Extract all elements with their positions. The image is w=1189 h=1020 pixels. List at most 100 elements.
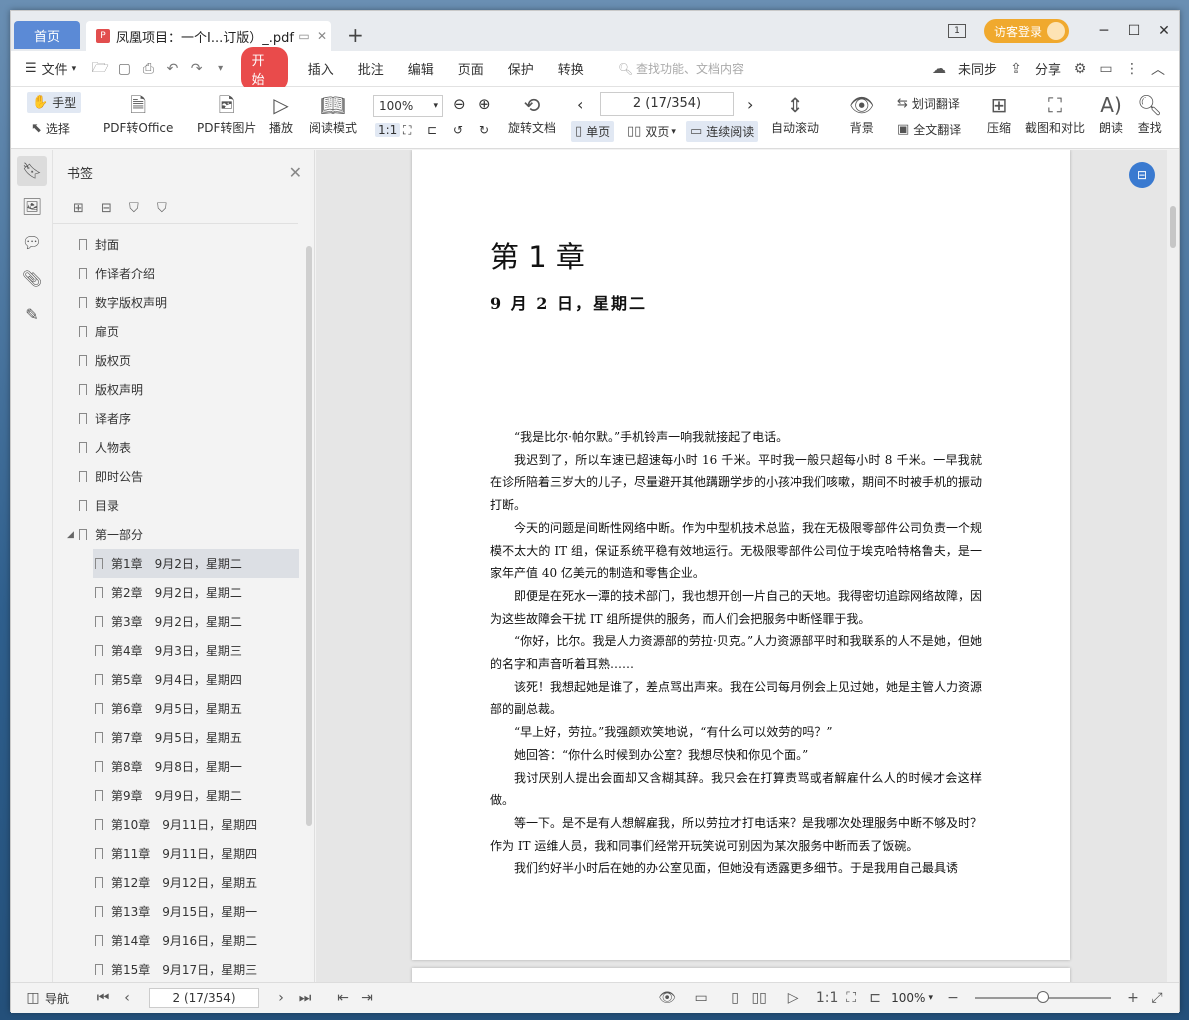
open-folder-icon[interactable]: 🗁 [88, 57, 112, 81]
rotate-document-button[interactable]: ⟲ 旋转文档 [508, 91, 556, 136]
close-sidebar-icon[interactable]: ✕ [289, 163, 302, 182]
signature-panel-icon[interactable]: ✎ [17, 300, 47, 330]
play-button[interactable]: ▷ 播放 [269, 91, 293, 136]
bookmark-item[interactable]: 数字版权声明 [53, 288, 303, 317]
tab-annotate[interactable]: 批注 [346, 59, 396, 78]
navigation-panel-icon[interactable]: ◫ [21, 990, 45, 1006]
collapse-ribbon-icon[interactable]: ︿ [1145, 59, 1171, 79]
find-button[interactable]: 🔍︎ 查找 [1137, 91, 1162, 136]
maximize-icon[interactable]: ☐ [1119, 23, 1149, 39]
scrollbar-thumb[interactable] [1170, 206, 1176, 248]
restore-tab-icon[interactable]: ▭ [295, 29, 313, 43]
read-aloud-button[interactable]: A) 朗读 [1099, 91, 1123, 136]
settings-icon[interactable]: ⚙ [1067, 61, 1093, 77]
bookmark-item[interactable]: 译者序 [53, 404, 303, 433]
window-layout-icon[interactable]: 1 [947, 24, 966, 38]
full-translate-button[interactable]: ▣ 全文翻译 [897, 121, 961, 138]
search-input[interactable]: 🔍︎ 查找功能、文档内容 [618, 60, 926, 77]
add-bookmark-icon[interactable]: ⛉ [129, 201, 157, 216]
actual-size-status-icon[interactable]: 1:1 [815, 990, 839, 1006]
background-button[interactable]: 👁︎ 背景 [849, 91, 874, 136]
close-window-icon[interactable]: ✕ [1149, 23, 1179, 39]
tab-insert[interactable]: 插入 [296, 59, 346, 78]
zoom-out-status-icon[interactable]: − [941, 990, 965, 1006]
bookmark-item[interactable]: 版权声明 [53, 375, 303, 404]
next-page-icon[interactable]: › [747, 95, 753, 114]
bookmark-item[interactable]: 扉页 [53, 317, 303, 346]
double-page-button[interactable]: ▯▯ 双页 ▾ [627, 123, 676, 140]
bookmark-chapter-item-selected[interactable]: 第1章 9月2日，星期二 [93, 549, 299, 578]
bookmark-chapter-item[interactable]: 第14章 9月16日，星期二 [53, 926, 303, 955]
page-number-input[interactable]: 2 (17/354) [600, 92, 734, 116]
screenshot-compare-button[interactable]: ⛶ 截图和对比 [1025, 91, 1085, 136]
single-page-button[interactable]: ▯ 单页 [571, 121, 615, 142]
fullscreen-icon[interactable]: ⤢ [1145, 990, 1169, 1006]
rotate-left-icon[interactable]: ↺ [453, 123, 463, 137]
zoom-select[interactable]: 100% ▾ [373, 95, 443, 117]
zoom-slider-knob[interactable] [1037, 991, 1049, 1003]
last-page-icon[interactable]: ⏭ [293, 990, 317, 1006]
actual-size-icon[interactable]: 1:1 [375, 123, 401, 137]
eye-mode-icon[interactable]: 👁︎ [655, 990, 679, 1006]
zoom-in-icon[interactable]: ⊕ [478, 95, 491, 113]
comment-panel-icon[interactable]: 💬︎ [17, 228, 47, 258]
unsync-status[interactable]: 未同步 [952, 59, 1003, 78]
hand-tool-button[interactable]: ✋ 手型 [27, 92, 82, 113]
more-icon[interactable]: ⋮ [1119, 61, 1145, 77]
share-button[interactable]: 分享 [1029, 59, 1067, 78]
bookmark-chapter-item[interactable]: 第4章 9月3日，星期三 [53, 636, 303, 665]
bookmark-settings-icon[interactable]: ⛉ [157, 201, 185, 216]
bookmark-chapter-item[interactable]: 第11章 9月11日，星期四 [53, 839, 303, 868]
chevron-down-icon[interactable]: ▾ [928, 993, 933, 1003]
expanded-triangle-icon[interactable]: ◢ [67, 530, 77, 540]
fit-page-status-icon[interactable]: ⛶ [839, 990, 863, 1006]
select-tool-button[interactable]: ⬉ 选择 [31, 120, 70, 137]
undo-icon[interactable]: ↶ [160, 61, 184, 77]
pdf-to-office-button[interactable]: 🗎 PDF转Office [103, 91, 173, 136]
pdf-to-image-button[interactable]: 🖻 PDF转图片 [197, 91, 256, 136]
sidebar-scrollbar[interactable] [306, 246, 312, 826]
back-view-icon[interactable]: ⇤ [331, 990, 355, 1006]
print-icon[interactable]: ⎙ [136, 61, 160, 77]
status-zoom-value[interactable]: 100% [891, 991, 925, 1005]
bookmark-chapter-item[interactable]: 第10章 9月11日，星期四 [53, 810, 303, 839]
save-icon[interactable]: ▢ [112, 61, 136, 77]
read-mode-button[interactable]: 📖︎ 阅读模式 [309, 91, 357, 136]
double-page-mode-icon[interactable]: ▯▯ [747, 990, 771, 1006]
minimize-icon[interactable]: ─ [1089, 23, 1119, 39]
new-tab-button[interactable]: + [347, 25, 364, 45]
bookmark-item[interactable]: 作译者介绍 [53, 259, 303, 288]
close-tab-icon[interactable]: ✕ [313, 29, 331, 43]
bookmark-chapter-item[interactable]: 第7章 9月5日，星期五 [53, 723, 303, 752]
tab-document[interactable]: P 凤凰项目：一个I...订版）_.pdf ▭ ✕ [86, 21, 331, 51]
thumbnail-panel-icon[interactable]: 🖼︎ [17, 192, 47, 222]
tab-start[interactable]: 开始 [240, 46, 288, 91]
guest-login-button[interactable]: 访客登录 [983, 19, 1069, 43]
bookmark-part-item[interactable]: ◢ 第一部分 [53, 520, 303, 549]
tab-edit[interactable]: 编辑 [396, 59, 446, 78]
floating-tool-icon[interactable]: ⊟ [1129, 162, 1155, 188]
fit-width-icon[interactable]: ⊏ [427, 123, 437, 137]
auto-scroll-button[interactable]: ⇕ 自动滚动 [771, 91, 819, 136]
forward-view-icon[interactable]: ⇥ [355, 990, 379, 1006]
prev-page-icon[interactable]: ‹ [577, 95, 583, 114]
file-menu[interactable]: ☰ 文件 ▾ [11, 59, 88, 78]
first-page-icon[interactable]: ⏮ [91, 990, 115, 1006]
bookmark-item[interactable]: 人物表 [53, 433, 303, 462]
continuous-read-button[interactable]: ▭ 连续阅读 [686, 121, 759, 142]
fit-width-status-icon[interactable]: ⊏ [863, 990, 887, 1006]
tab-protect[interactable]: 保护 [496, 59, 546, 78]
comment-icon[interactable]: ▭ [1093, 61, 1119, 77]
bookmark-chapter-item[interactable]: 第8章 9月8日，星期一 [53, 752, 303, 781]
play-mode-icon[interactable]: ▷ [781, 990, 805, 1006]
next-page-status-icon[interactable]: › [269, 990, 293, 1006]
word-translate-button[interactable]: ⇆ 划词翻译 [897, 95, 960, 112]
fit-page-icon[interactable]: ⛶ [403, 123, 411, 138]
bookmark-chapter-item[interactable]: 第6章 9月5日，星期五 [53, 694, 303, 723]
expand-all-icon[interactable]: ⊞ [73, 201, 101, 216]
bookmark-chapter-item[interactable]: 第3章 9月2日，星期二 [53, 607, 303, 636]
tab-page[interactable]: 页面 [446, 59, 496, 78]
continuous-mode-icon[interactable]: ▭ [689, 990, 713, 1006]
document-scrollbar[interactable] [1167, 150, 1179, 982]
tab-convert[interactable]: 转换 [546, 59, 596, 78]
